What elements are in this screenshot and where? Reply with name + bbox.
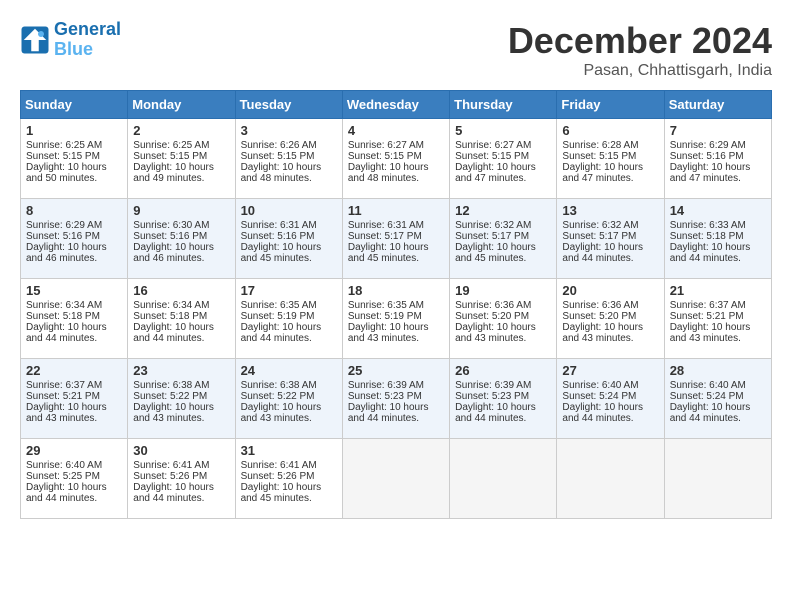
table-row: 5Sunrise: 6:27 AMSunset: 5:15 PMDaylight… (450, 119, 557, 199)
col-saturday: Saturday (664, 91, 771, 119)
table-row: 17Sunrise: 6:35 AMSunset: 5:19 PMDayligh… (235, 279, 342, 359)
table-row: 24Sunrise: 6:38 AMSunset: 5:22 PMDayligh… (235, 359, 342, 439)
table-row: 4Sunrise: 6:27 AMSunset: 5:15 PMDaylight… (342, 119, 449, 199)
col-monday: Monday (128, 91, 235, 119)
table-row: 16Sunrise: 6:34 AMSunset: 5:18 PMDayligh… (128, 279, 235, 359)
table-row: 28Sunrise: 6:40 AMSunset: 5:24 PMDayligh… (664, 359, 771, 439)
table-row: 20Sunrise: 6:36 AMSunset: 5:20 PMDayligh… (557, 279, 664, 359)
table-row: 18Sunrise: 6:35 AMSunset: 5:19 PMDayligh… (342, 279, 449, 359)
table-row (342, 439, 449, 519)
table-row: 27Sunrise: 6:40 AMSunset: 5:24 PMDayligh… (557, 359, 664, 439)
table-row: 30Sunrise: 6:41 AMSunset: 5:26 PMDayligh… (128, 439, 235, 519)
table-row (557, 439, 664, 519)
calendar-week-row: 15Sunrise: 6:34 AMSunset: 5:18 PMDayligh… (21, 279, 772, 359)
month-title: December 2024 (508, 20, 772, 62)
col-tuesday: Tuesday (235, 91, 342, 119)
table-row: 29Sunrise: 6:40 AMSunset: 5:25 PMDayligh… (21, 439, 128, 519)
page-header: General Blue December 2024 Pasan, Chhatt… (20, 20, 772, 80)
table-row (450, 439, 557, 519)
table-row: 15Sunrise: 6:34 AMSunset: 5:18 PMDayligh… (21, 279, 128, 359)
table-row: 19Sunrise: 6:36 AMSunset: 5:20 PMDayligh… (450, 279, 557, 359)
table-row (664, 439, 771, 519)
logo: General Blue (20, 20, 121, 60)
table-row: 12Sunrise: 6:32 AMSunset: 5:17 PMDayligh… (450, 199, 557, 279)
col-wednesday: Wednesday (342, 91, 449, 119)
table-row: 21Sunrise: 6:37 AMSunset: 5:21 PMDayligh… (664, 279, 771, 359)
table-row: 22Sunrise: 6:37 AMSunset: 5:21 PMDayligh… (21, 359, 128, 439)
table-row: 10Sunrise: 6:31 AMSunset: 5:16 PMDayligh… (235, 199, 342, 279)
table-row: 8Sunrise: 6:29 AMSunset: 5:16 PMDaylight… (21, 199, 128, 279)
table-row: 13Sunrise: 6:32 AMSunset: 5:17 PMDayligh… (557, 199, 664, 279)
col-friday: Friday (557, 91, 664, 119)
table-row: 2Sunrise: 6:25 AMSunset: 5:15 PMDaylight… (128, 119, 235, 199)
table-row: 6Sunrise: 6:28 AMSunset: 5:15 PMDaylight… (557, 119, 664, 199)
table-row: 9Sunrise: 6:30 AMSunset: 5:16 PMDaylight… (128, 199, 235, 279)
table-row: 3Sunrise: 6:26 AMSunset: 5:15 PMDaylight… (235, 119, 342, 199)
table-row: 11Sunrise: 6:31 AMSunset: 5:17 PMDayligh… (342, 199, 449, 279)
title-block: December 2024 Pasan, Chhattisgarh, India (508, 20, 772, 80)
table-row: 1Sunrise: 6:25 AMSunset: 5:15 PMDaylight… (21, 119, 128, 199)
logo-line2: Blue (54, 39, 93, 59)
logo-text: General Blue (54, 20, 121, 60)
table-row: 14Sunrise: 6:33 AMSunset: 5:18 PMDayligh… (664, 199, 771, 279)
table-row: 7Sunrise: 6:29 AMSunset: 5:16 PMDaylight… (664, 119, 771, 199)
table-row: 25Sunrise: 6:39 AMSunset: 5:23 PMDayligh… (342, 359, 449, 439)
calendar-week-row: 22Sunrise: 6:37 AMSunset: 5:21 PMDayligh… (21, 359, 772, 439)
location: Pasan, Chhattisgarh, India (508, 62, 772, 80)
table-row: 23Sunrise: 6:38 AMSunset: 5:22 PMDayligh… (128, 359, 235, 439)
calendar-week-row: 8Sunrise: 6:29 AMSunset: 5:16 PMDaylight… (21, 199, 772, 279)
logo-icon (20, 25, 50, 55)
table-row: 26Sunrise: 6:39 AMSunset: 5:23 PMDayligh… (450, 359, 557, 439)
calendar-week-row: 1Sunrise: 6:25 AMSunset: 5:15 PMDaylight… (21, 119, 772, 199)
calendar-week-row: 29Sunrise: 6:40 AMSunset: 5:25 PMDayligh… (21, 439, 772, 519)
logo-line1: General (54, 19, 121, 39)
calendar-table: Sunday Monday Tuesday Wednesday Thursday… (20, 90, 772, 519)
calendar-header-row: Sunday Monday Tuesday Wednesday Thursday… (21, 91, 772, 119)
table-row: 31Sunrise: 6:41 AMSunset: 5:26 PMDayligh… (235, 439, 342, 519)
col-sunday: Sunday (21, 91, 128, 119)
col-thursday: Thursday (450, 91, 557, 119)
